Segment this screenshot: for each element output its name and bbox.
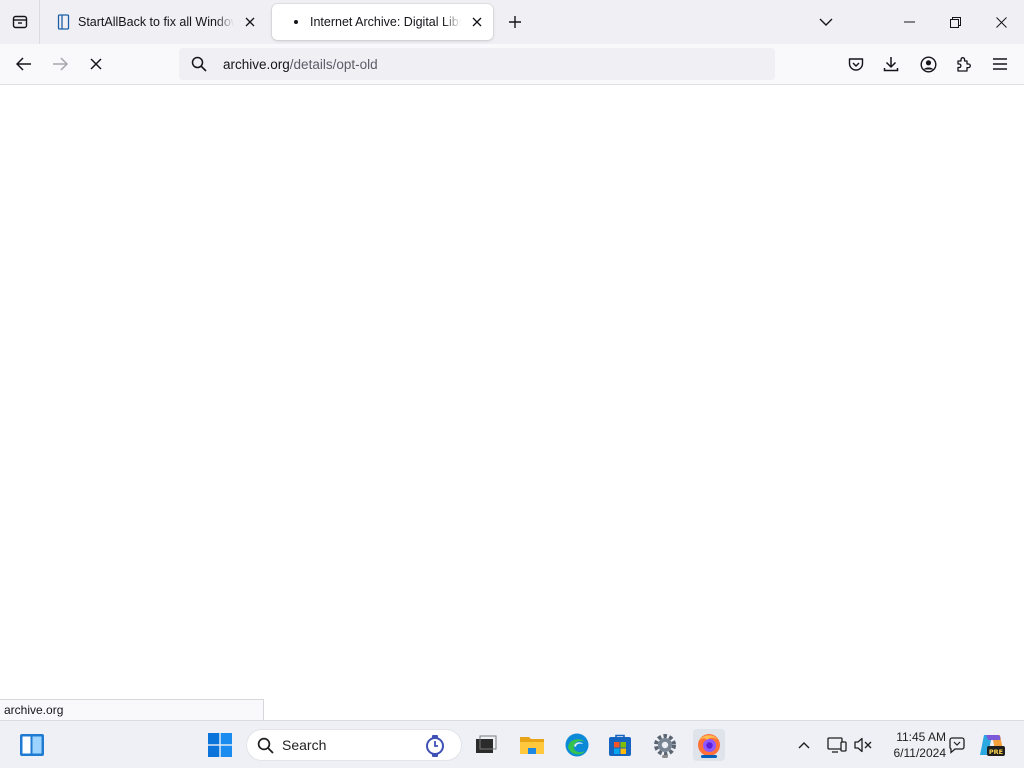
address-bar[interactable]: archive.org/details/opt-old <box>179 48 775 80</box>
taskbar-app-firefox[interactable] <box>693 729 725 761</box>
search-icon <box>257 737 274 754</box>
terminal-icon <box>476 735 497 753</box>
account-icon <box>919 55 937 73</box>
forward-button[interactable] <box>46 50 74 78</box>
arrow-left-icon <box>16 57 31 71</box>
volume-muted-icon <box>854 737 872 753</box>
minimize-button[interactable] <box>886 0 932 44</box>
windows-logo-icon <box>208 733 232 757</box>
close-tab-icon[interactable] <box>465 10 489 34</box>
firefox-view-button[interactable] <box>0 0 40 44</box>
url-host: archive.org <box>223 56 290 72</box>
system-clock[interactable]: 11:45 AM 6/11/2024 <box>880 729 947 761</box>
network-icon <box>827 737 847 753</box>
close-window-button[interactable] <box>978 0 1024 44</box>
running-indicator <box>662 755 668 758</box>
tab-startallback[interactable]: StartAllBack to fix all Windows 11 probl… <box>48 4 266 40</box>
windows-taskbar: Search 11:45 AM 6/11/2024 PRE <box>0 720 1024 768</box>
tab-title: StartAllBack to fix all Windows 11 probl… <box>78 15 234 29</box>
store-icon <box>609 734 631 756</box>
restore-button[interactable] <box>932 0 978 44</box>
tab-internet-archive[interactable]: Internet Archive: Digital Library of Fre… <box>272 4 493 40</box>
edge-icon <box>565 733 589 757</box>
page-content <box>0 85 1024 720</box>
widgets-icon <box>20 734 44 756</box>
pocket-icon <box>848 57 864 71</box>
clock-time: 11:45 AM <box>896 730 946 744</box>
url-text[interactable]: archive.org/details/opt-old <box>223 57 378 72</box>
extensions-button[interactable] <box>950 50 978 78</box>
notification-icon <box>949 737 965 754</box>
taskbar-app-terminal[interactable] <box>470 729 502 761</box>
tab-strip: StartAllBack to fix all Windows 11 probl… <box>0 0 1024 44</box>
chevron-up-icon <box>798 742 810 749</box>
status-panel: archive.org <box>0 699 264 720</box>
taskbar-app-store[interactable] <box>604 729 636 761</box>
search-highlight-icon <box>423 734 447 763</box>
navigation-toolbar: archive.org/details/opt-old <box>0 44 1024 85</box>
search-icon <box>179 56 219 72</box>
hamburger-menu-icon <box>993 58 1007 70</box>
new-tab-button[interactable] <box>503 10 527 34</box>
taskbar-app-edge[interactable] <box>561 729 593 761</box>
back-button[interactable] <box>10 50 38 78</box>
app-menu-button[interactable] <box>986 50 1014 78</box>
list-all-tabs-button[interactable] <box>803 0 849 44</box>
pocket-button[interactable] <box>842 50 870 78</box>
notifications-button[interactable] <box>944 729 970 761</box>
downloads-button[interactable] <box>877 50 905 78</box>
clock-date: 6/11/2024 <box>893 746 947 760</box>
firefox-view-icon <box>12 15 27 29</box>
close-icon <box>995 16 1007 28</box>
url-path: /details/opt-old <box>289 56 378 72</box>
search-label: Search <box>282 737 327 753</box>
network-tray-button[interactable] <box>824 729 850 761</box>
copilot-pre-icon: PRE <box>980 735 1005 756</box>
tab-title: Internet Archive: Digital Library of Fre… <box>310 15 461 29</box>
stop-loading-icon <box>90 58 102 70</box>
taskbar-search-box[interactable]: Search <box>246 729 462 761</box>
minimize-icon <box>903 21 915 23</box>
active-window-indicator <box>701 755 717 758</box>
show-hidden-icons-button[interactable] <box>790 729 818 761</box>
taskbar-app-settings[interactable] <box>649 729 681 761</box>
loading-dot-icon <box>288 14 304 30</box>
plus-icon <box>509 16 521 28</box>
page-favicon-icon <box>56 14 72 30</box>
svg-text:PRE: PRE <box>989 748 1003 756</box>
folder-icon <box>520 737 544 754</box>
widgets-button[interactable] <box>16 729 48 761</box>
start-button[interactable] <box>204 729 236 761</box>
taskbar-app-file-explorer[interactable] <box>516 729 548 761</box>
copilot-button[interactable]: PRE <box>976 729 1008 761</box>
download-icon <box>883 57 899 72</box>
close-tab-icon[interactable] <box>238 10 262 34</box>
chevron-down-icon <box>819 18 833 26</box>
restore-icon <box>949 16 961 28</box>
volume-tray-button[interactable] <box>850 729 876 761</box>
account-button[interactable] <box>914 50 942 78</box>
arrow-right-icon <box>53 57 68 71</box>
puzzle-piece-icon <box>957 57 971 72</box>
stop-button[interactable] <box>82 50 110 78</box>
